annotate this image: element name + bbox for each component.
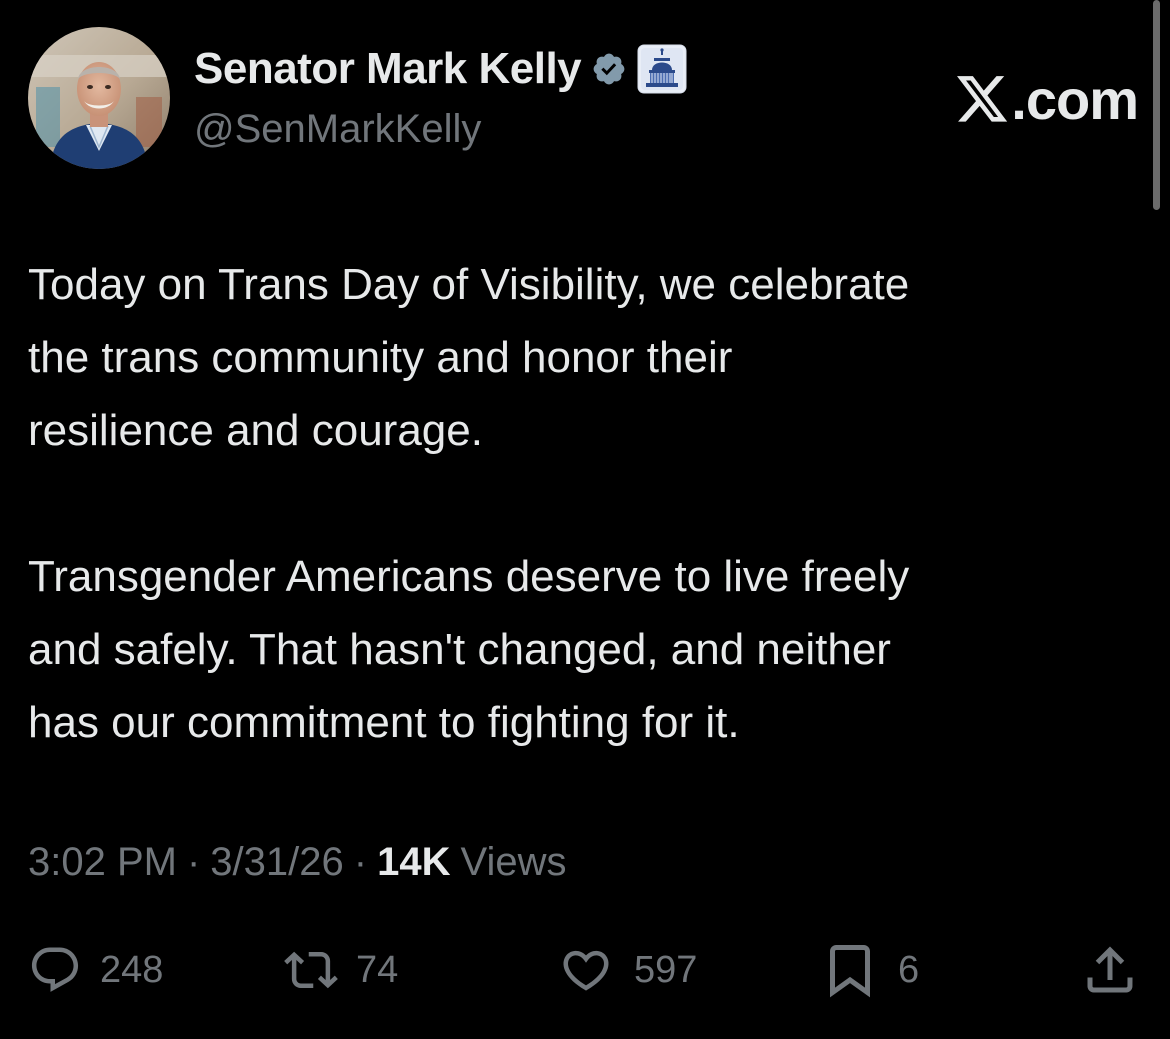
- avatar[interactable]: [28, 27, 170, 169]
- bookmark-icon: [830, 945, 870, 998]
- heart-icon: [563, 950, 609, 991]
- tweet-header: Senator Mark Kelly @SenMarkKelly .com: [28, 27, 1139, 172]
- share-button[interactable]: [1080, 938, 1140, 1002]
- tweet-paragraph-2: Transgender Americans deserve to live fr…: [28, 552, 910, 747]
- meta-separator: ·: [186, 840, 201, 884]
- x-logo-icon: [957, 75, 1008, 122]
- views-count: 14K: [377, 840, 451, 884]
- x-com-text: .com: [1011, 68, 1139, 131]
- repost-icon: [284, 951, 338, 989]
- profile-photo: [28, 27, 170, 169]
- like-count: 597: [634, 948, 698, 991]
- author-display-name[interactable]: Senator Mark Kelly: [194, 44, 582, 94]
- views-label: Views: [460, 840, 567, 884]
- reply-count: 248: [100, 948, 164, 991]
- like-button[interactable]: 597: [556, 938, 697, 1002]
- tweet-action-bar: 248 74 597 6: [28, 938, 1142, 1002]
- author-handle[interactable]: @SenMarkKelly: [194, 107, 481, 152]
- meta-separator: ·: [353, 840, 368, 884]
- bookmark-button[interactable]: 6: [820, 938, 919, 1002]
- verified-badge-icon[interactable]: [591, 51, 627, 87]
- repost-count: 74: [356, 948, 399, 991]
- tweet-date[interactable]: 3/31/26: [210, 840, 343, 885]
- tweet-meta: 3:02 PM · 3/31/26 · 14K Views: [28, 840, 566, 885]
- scrollbar[interactable]: [1153, 0, 1160, 210]
- tweet-time[interactable]: 3:02 PM: [28, 840, 177, 885]
- repost-button[interactable]: 74: [284, 938, 398, 1002]
- reply-button[interactable]: 248: [28, 938, 163, 1002]
- tweet-paragraph-1: Today on Trans Day of Visibility, we cel…: [28, 260, 910, 455]
- author-name-row: Senator Mark Kelly: [194, 37, 687, 101]
- x-com-logo: .com: [957, 67, 1139, 132]
- share-icon: [1087, 946, 1133, 993]
- reply-icon: [31, 947, 79, 992]
- capitol-dome-icon[interactable]: [637, 44, 687, 94]
- tweet-text: Today on Trans Day of Visibility, we cel…: [28, 248, 1138, 759]
- bookmark-count: 6: [898, 948, 920, 991]
